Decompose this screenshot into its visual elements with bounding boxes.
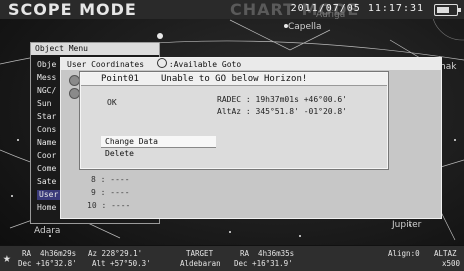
- goto-available-icon[interactable]: [69, 75, 80, 86]
- current-alt: Alt +57°50.3': [92, 259, 151, 268]
- object-menu-item[interactable]: Sate: [37, 177, 56, 187]
- object-menu-title: Object Menu: [31, 43, 159, 55]
- change-data-option[interactable]: Change Data: [101, 136, 216, 148]
- top-bar: SCOPE MODE CHART MODE 2011/07/05 11:17:3…: [0, 0, 464, 19]
- coordinate-row-value: ----: [110, 188, 130, 197]
- sky-label-jupiter: Jupiter: [392, 220, 422, 230]
- user-coordinates-title-text: User Coordinates: [67, 60, 145, 69]
- radec-readout: RADEC : 19h37m01s +46°00.6': [217, 95, 348, 104]
- sky-label-capella: Capella: [288, 22, 322, 32]
- current-dec: Dec +16°32.8': [18, 259, 77, 268]
- bottom-status-bar: ★ RA 4h36m29s Dec +16°32.8' Az 228°29.1'…: [0, 245, 464, 271]
- object-menu-item[interactable]: Sun: [37, 99, 51, 109]
- star-menu-icon[interactable]: ★: [3, 252, 17, 266]
- object-menu-item[interactable]: Coor: [37, 151, 56, 161]
- scope-mode-title: SCOPE MODE: [8, 0, 137, 19]
- mount-mode: ALTAZ: [434, 249, 457, 258]
- action-list: Change Data Delete: [101, 136, 216, 159]
- object-menu-item[interactable]: NGC/: [37, 86, 56, 96]
- coordinate-row-number: 9 :: [91, 188, 106, 197]
- object-menu-item[interactable]: Cons: [37, 125, 56, 135]
- target-name: Aldebaran: [180, 259, 221, 268]
- coordinate-row-number: 8 :: [91, 175, 106, 184]
- popup-point-name: Point01: [101, 74, 139, 84]
- coordinate-row[interactable]: 9 : ----: [91, 188, 130, 198]
- delete-option[interactable]: Delete: [101, 148, 216, 159]
- zoom-level: x500: [442, 259, 461, 268]
- popup-title-bar: Point01 Unable to GO below Horizon!: [81, 73, 387, 86]
- coordinate-row-number: 10 :: [87, 201, 107, 210]
- user-coordinates-title: User Coordinates :Available Goto: [61, 58, 441, 70]
- object-menu-item[interactable]: Star: [37, 112, 56, 122]
- sky-label-adara: Adara: [34, 226, 61, 236]
- popup-warning-message: Unable to GO below Horizon!: [161, 74, 308, 84]
- sky-label-shak: hak: [440, 62, 457, 72]
- altaz-readout: AltAz : 345°51.8' -01°20.8': [217, 107, 348, 116]
- coordinate-row-value: ----: [111, 201, 131, 210]
- telescope-screen: SCOPE MODE CHART MODE 2011/07/05 11:17:3…: [0, 0, 464, 271]
- object-menu-item[interactable]: Home: [37, 203, 56, 213]
- coordinate-row[interactable]: 8 : ----: [91, 175, 130, 185]
- point-popup: Point01 Unable to GO below Horizon! OK R…: [80, 72, 388, 169]
- current-ra: RA 4h36m29s: [22, 249, 77, 258]
- available-goto-icon: [156, 58, 167, 68]
- align-status: Align:0: [388, 249, 420, 258]
- target-label: TARGET: [186, 249, 214, 258]
- date-time: 2011/07/05 11:17:31: [290, 3, 424, 14]
- coordinate-row-value: ----: [110, 175, 130, 184]
- sky-label-auriga: Auriga: [316, 10, 346, 20]
- object-menu-item[interactable]: Obje: [37, 60, 56, 70]
- object-menu-item-user[interactable]: User: [37, 190, 61, 200]
- goto-available-icon[interactable]: [69, 88, 80, 99]
- object-menu-item[interactable]: Mess: [37, 73, 56, 83]
- current-az: Az 228°29.1': [88, 249, 143, 258]
- target-dec: Dec +16°31.9': [234, 259, 293, 268]
- available-goto-legend: :Available Goto: [168, 60, 242, 69]
- object-menu-item[interactable]: Name: [37, 138, 56, 148]
- battery-icon: [434, 4, 461, 16]
- ok-label[interactable]: OK: [107, 98, 117, 107]
- coordinate-row[interactable]: 10 : ----: [87, 201, 130, 211]
- target-ra: RA 4h36m35s: [240, 249, 295, 258]
- object-menu-item[interactable]: Come: [37, 164, 56, 174]
